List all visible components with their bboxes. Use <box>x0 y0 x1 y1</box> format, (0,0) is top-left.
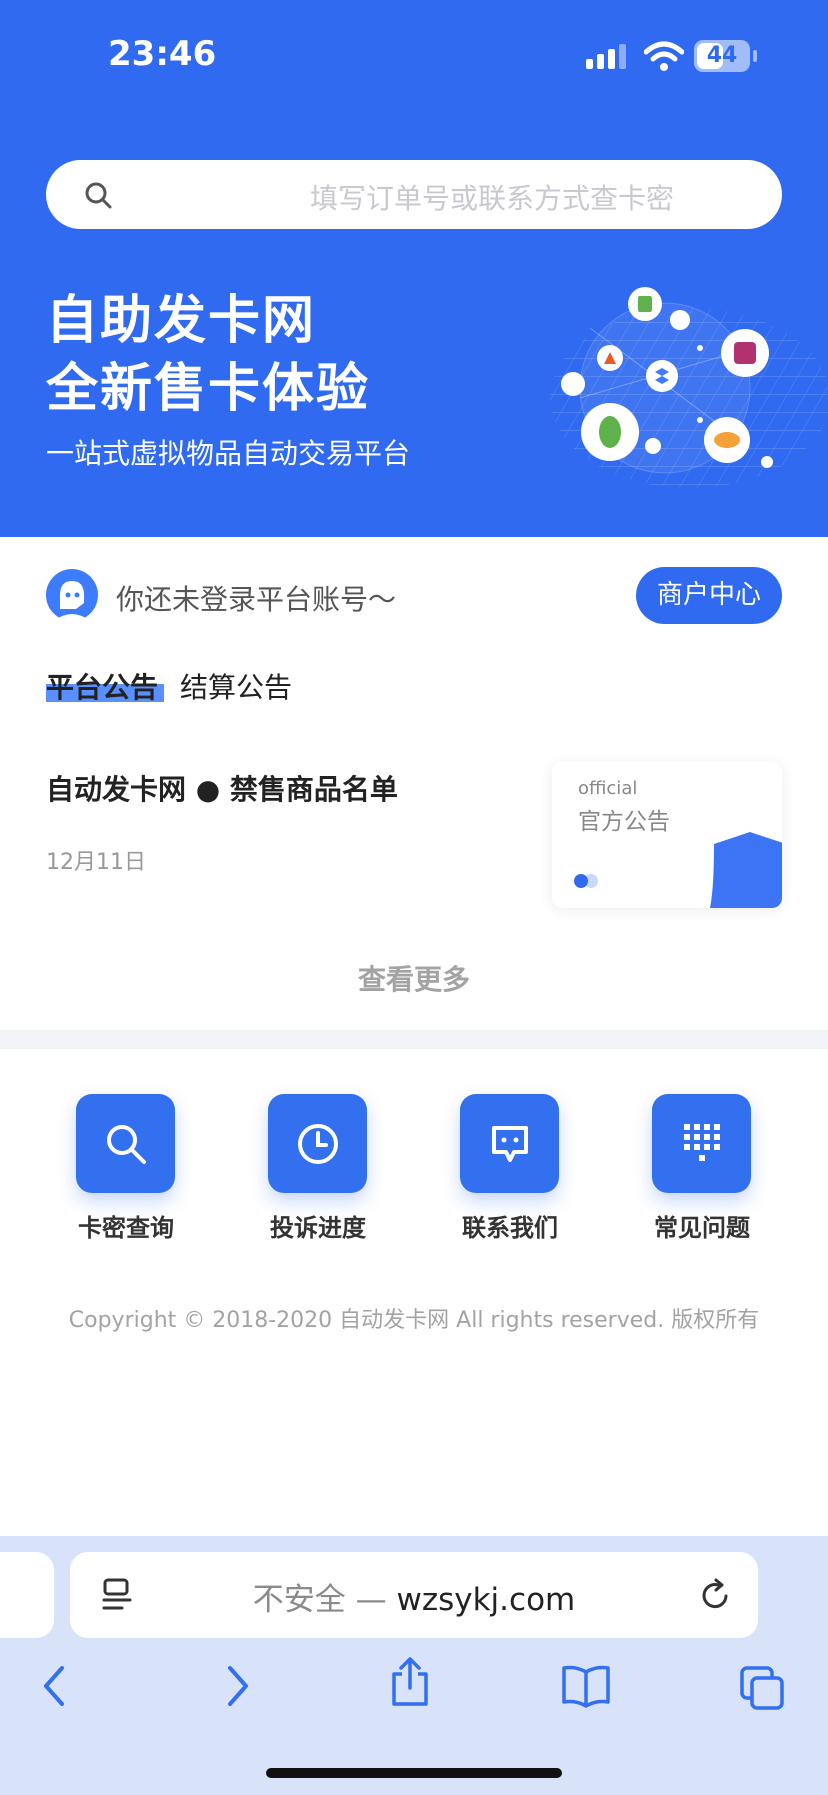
avatar[interactable] <box>46 569 98 621</box>
official-card-en: official <box>578 778 638 799</box>
bookmarks-icon[interactable] <box>560 1664 612 1708</box>
search-icon <box>85 182 112 209</box>
url-bar[interactable]: 不安全 — wzsykj.com <box>70 1552 758 1638</box>
forward-icon[interactable] <box>222 1664 252 1708</box>
login-status-text[interactable]: 你还未登录平台账号～ <box>116 578 396 618</box>
grid-label: 投诉进度 <box>270 1214 366 1242</box>
tab-platform-notice[interactable]: 平台公告 <box>46 666 158 706</box>
merchant-center-button[interactable]: 商户中心 <box>636 567 782 624</box>
url-domain: wzsykj.com <box>396 1582 576 1618</box>
reload-icon[interactable] <box>698 1578 732 1612</box>
share-icon[interactable] <box>388 1656 432 1708</box>
grid-label: 卡密查询 <box>78 1214 174 1242</box>
tab-settlement-notice[interactable]: 结算公告 <box>180 666 292 706</box>
notice-date: 12月11日 <box>46 850 146 875</box>
cellular-signal-icon <box>586 44 626 69</box>
hero-banner: 23:46 44 填写订单号或联系方式查卡密 自助发卡网 全新售卡体验 一站式虚… <box>0 0 828 537</box>
chat-icon <box>492 1126 528 1162</box>
grid-icon-box <box>460 1094 559 1193</box>
grid-label: 联系我们 <box>462 1214 558 1242</box>
copyright: Copyright © 2018-2020 自动发卡网 All rights r… <box>68 1308 760 1333</box>
search-icon <box>107 1125 146 1164</box>
grid-label: 常见问题 <box>654 1214 750 1242</box>
battery-tip <box>753 50 757 62</box>
search-bar[interactable]: 填写订单号或联系方式查卡密 <box>46 160 782 229</box>
search-placeholder: 填写订单号或联系方式查卡密 <box>309 182 674 215</box>
home-indicator <box>266 1768 562 1778</box>
notice-title[interactable]: 自动发卡网 ● 禁售商品名单 <box>46 768 398 808</box>
insecure-label: 不安全 — <box>252 1582 397 1618</box>
view-more-link[interactable]: 查看更多 <box>0 958 828 998</box>
clock-icon <box>298 1124 338 1164</box>
battery-level: 44 <box>706 43 738 68</box>
previous-tab-preview[interactable] <box>0 1552 54 1638</box>
shield-icon <box>710 832 782 908</box>
globe-illustration <box>550 287 828 488</box>
back-icon[interactable] <box>40 1664 70 1708</box>
grid-icon-box <box>268 1094 367 1193</box>
hero-title-line2: 全新售卡体验 <box>46 359 371 419</box>
official-notice-card[interactable]: official 官方公告 <box>552 762 782 908</box>
section-divider <box>0 1030 828 1049</box>
battery-icon: 44 <box>694 40 750 72</box>
grid-icon-box <box>652 1094 751 1193</box>
url-text: 不安全 — wzsykj.com <box>70 1574 758 1619</box>
tabs-icon[interactable] <box>738 1664 786 1712</box>
grid-icon-box <box>76 1094 175 1193</box>
official-card-cn: 官方公告 <box>578 809 670 835</box>
status-time: 23:46 <box>108 34 217 74</box>
keypad-icon <box>684 1124 720 1161</box>
hero-subtitle: 一站式虚拟物品自动交易平台 <box>46 437 411 470</box>
robot-avatar-icon <box>54 581 90 621</box>
wifi-icon <box>644 41 684 71</box>
hero-title-line1: 自助发卡网 <box>46 291 317 351</box>
